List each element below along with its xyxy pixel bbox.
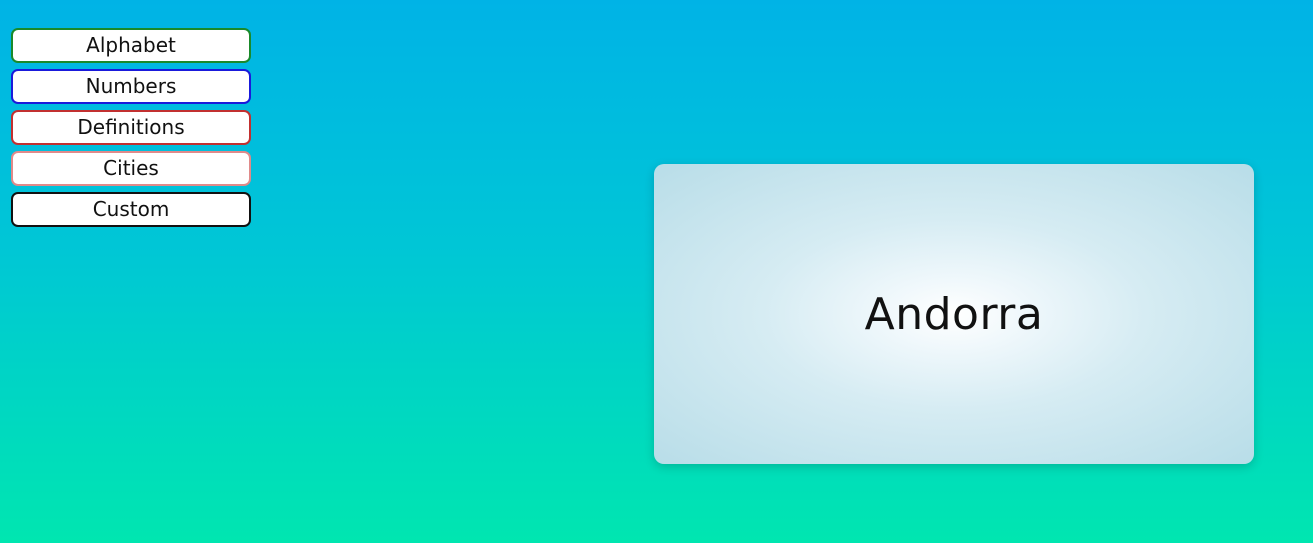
alphabet-button[interactable]: Alphabet [11,28,251,63]
numbers-button[interactable]: Numbers [11,69,251,104]
definitions-button[interactable]: Definitions [11,110,251,145]
category-menu: Alphabet Numbers Definitions Cities Cust… [11,28,251,233]
custom-button[interactable]: Custom [11,192,251,227]
cities-button[interactable]: Cities [11,151,251,186]
flashcard-word: Andorra [864,288,1044,340]
flashcard[interactable]: Andorra [654,164,1254,464]
